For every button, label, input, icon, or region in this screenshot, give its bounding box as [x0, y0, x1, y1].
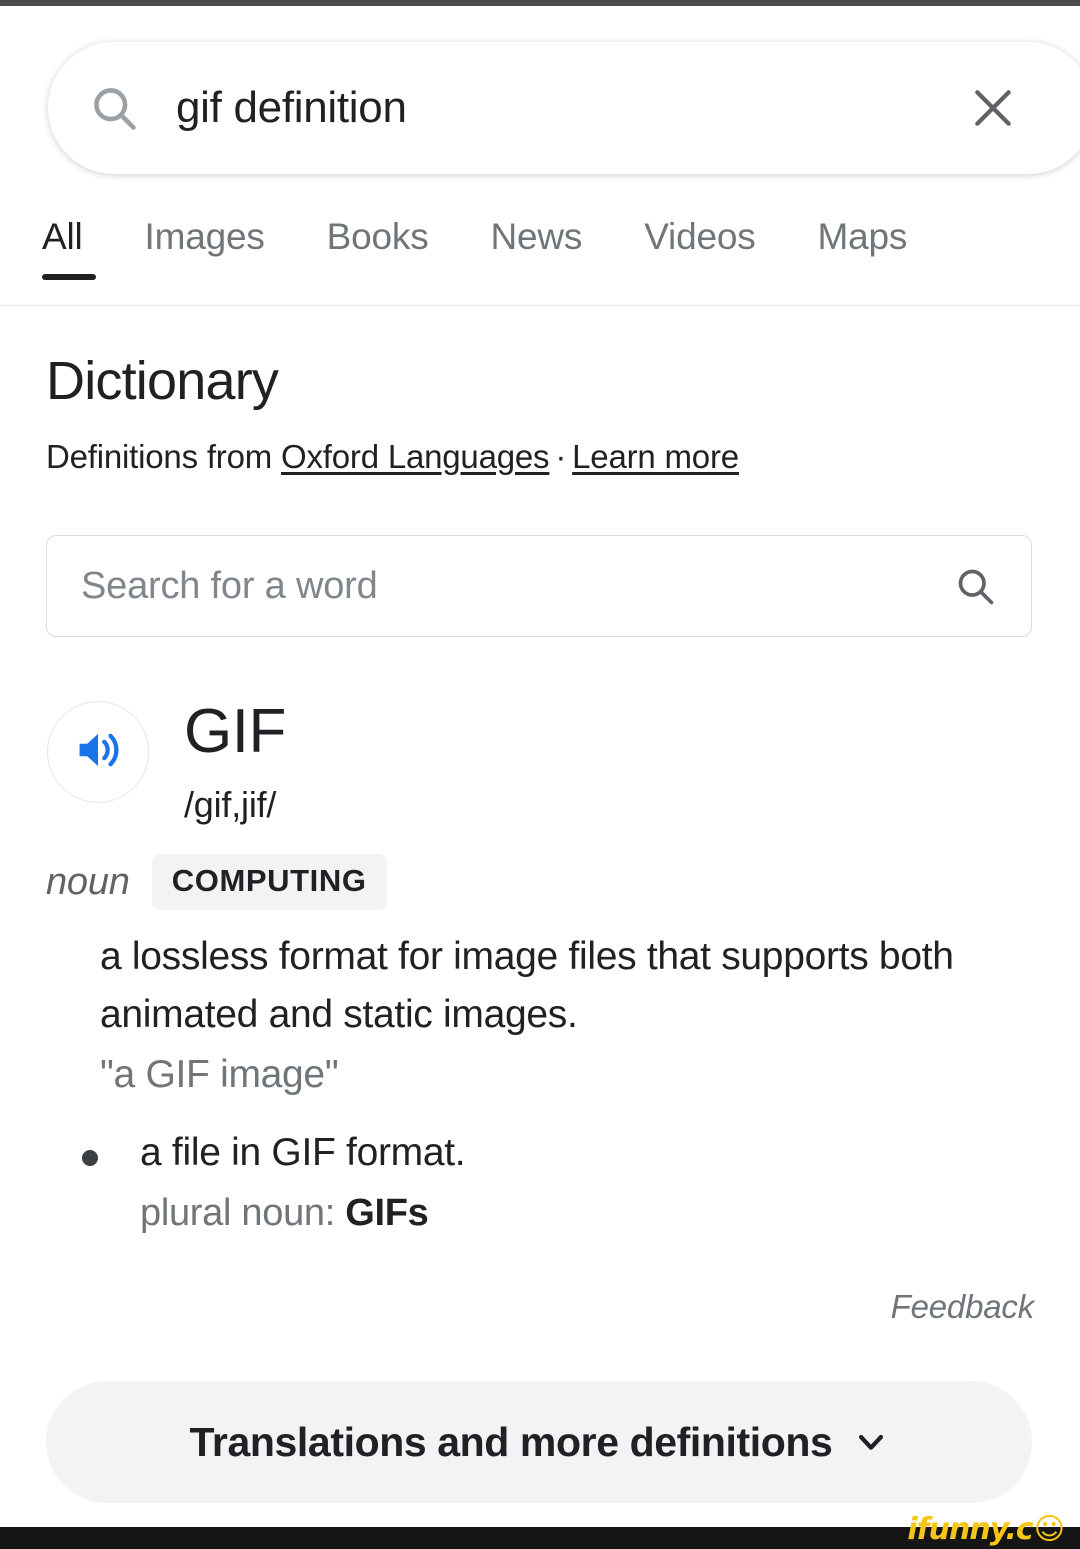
- sense-example: "a GIF image": [100, 1053, 339, 1096]
- word-search-input[interactable]: Search for a word: [81, 565, 953, 608]
- subsense-list-item: a file in GIF format. plural noun: GIFs: [82, 1124, 1012, 1242]
- word-search-box[interactable]: Search for a word: [46, 535, 1032, 637]
- translations-and-more-definitions-button[interactable]: Translations and more definitions: [46, 1381, 1032, 1503]
- tab-news[interactable]: News: [491, 198, 583, 258]
- search-input[interactable]: gif definition: [176, 83, 966, 133]
- page-root: gif definition All Images Books News Vid…: [0, 0, 1080, 1549]
- tab-images[interactable]: Images: [145, 198, 265, 258]
- expand-button-label: Translations and more definitions: [189, 1418, 833, 1465]
- tab-maps[interactable]: Maps: [818, 198, 908, 258]
- close-icon[interactable]: [966, 81, 1020, 135]
- domain-badge: COMPUTING: [151, 854, 387, 910]
- tabbar-divider: [0, 305, 1080, 306]
- subsense-definition: a file in GIF format.: [140, 1131, 466, 1174]
- tab-videos[interactable]: Videos: [644, 198, 755, 258]
- sense-block: a lossless format for image files that s…: [100, 928, 1030, 1104]
- headword: GIF: [184, 697, 286, 766]
- bullet-icon: [82, 1150, 98, 1166]
- smiley-icon: ☺: [1033, 1512, 1065, 1547]
- plural-label: plural noun:: [140, 1192, 346, 1234]
- attribution-prefix: Definitions from: [46, 438, 282, 475]
- search-icon[interactable]: [953, 564, 997, 608]
- sense-definition: a lossless format for image files that s…: [100, 935, 954, 1036]
- phonetic-transcription: /gif,jif/: [184, 784, 277, 825]
- tab-books[interactable]: Books: [327, 198, 429, 258]
- ifunny-watermark: ifunny.c ☺: [907, 1512, 1065, 1547]
- part-of-speech-row: noun COMPUTING: [46, 854, 387, 910]
- attribution-separator: ·: [555, 438, 567, 475]
- plural-value: GIFs: [345, 1192, 429, 1234]
- page-title: Dictionary: [46, 351, 279, 411]
- tab-all[interactable]: All: [42, 198, 96, 280]
- chevron-down-icon: [854, 1425, 888, 1459]
- search-tabs: All Images Books News Videos Maps: [0, 198, 1080, 305]
- search-header: gif definition: [0, 6, 1080, 198]
- plural-form-line: plural noun: GIFs: [140, 1184, 1012, 1242]
- part-of-speech: noun: [46, 860, 130, 903]
- oxford-languages-link[interactable]: Oxford Languages: [281, 438, 550, 475]
- pronounce-button[interactable]: [47, 701, 149, 803]
- watermark-text: ifunny.c: [907, 1512, 1033, 1547]
- volume-up-icon: [71, 723, 125, 782]
- search-bar[interactable]: gif definition: [48, 42, 1080, 174]
- feedback-link[interactable]: Feedback: [891, 1288, 1035, 1326]
- search-icon: [88, 82, 140, 134]
- learn-more-link[interactable]: Learn more: [572, 438, 739, 475]
- attribution-line: Definitions from Oxford Languages · Learn …: [46, 438, 739, 476]
